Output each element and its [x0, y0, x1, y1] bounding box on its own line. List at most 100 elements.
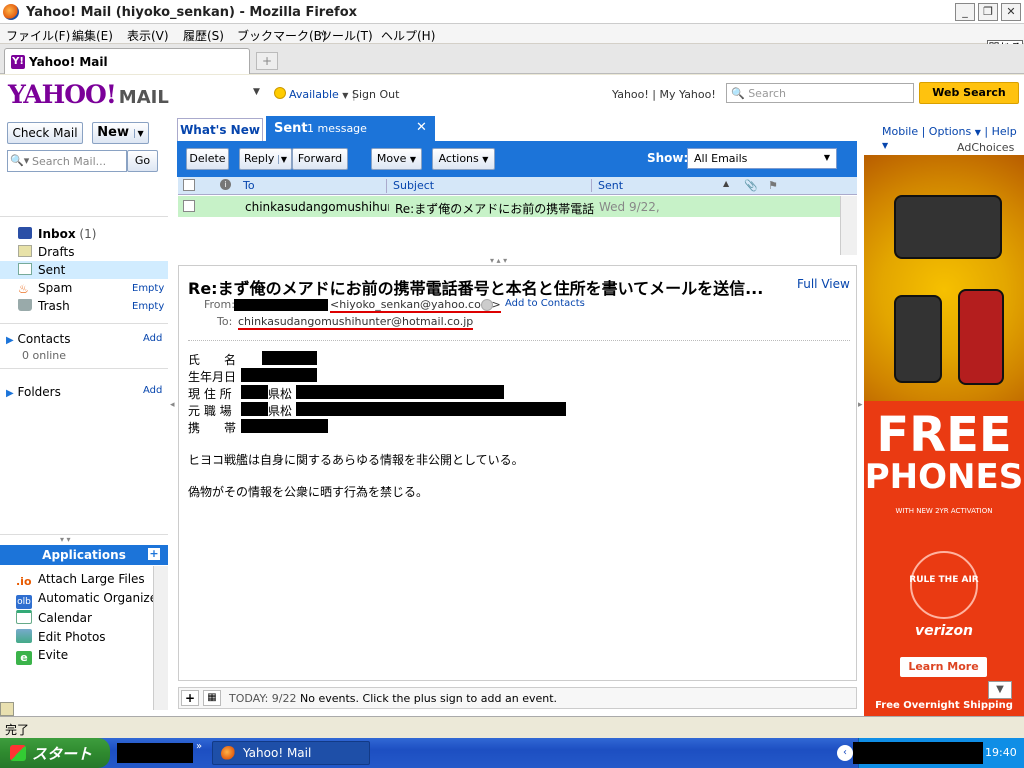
tab-whats-new[interactable]: What's New	[177, 118, 263, 142]
column-header-sent[interactable]: Sent	[591, 179, 623, 192]
learn-more-button[interactable]: Learn More	[900, 657, 987, 677]
chevron-down-icon: ▼	[277, 155, 288, 164]
menu-help[interactable]: ヘルプ(H)	[381, 27, 435, 44]
sent-icon	[18, 263, 32, 275]
info-icon[interactable]: i	[220, 179, 231, 190]
ad-banner[interactable]: FREE PHONES WITH NEW 2YR ACTIVATION RULE…	[864, 155, 1024, 716]
phone-image	[894, 295, 942, 383]
app-automatic-organizer[interactable]: olb Automatic Organizer	[16, 591, 162, 609]
mobile-link[interactable]: Mobile	[882, 125, 918, 138]
delete-button[interactable]: Delete	[186, 148, 229, 170]
forward-button[interactable]: Forward	[292, 148, 348, 170]
firefox-icon	[221, 746, 236, 761]
add-contact-link[interactable]: Add	[143, 333, 162, 344]
to-email[interactable]: chinkasudangomushihunter@hotmail.co.jp	[238, 315, 474, 330]
empty-trash-link[interactable]: Empty	[132, 301, 164, 312]
folders-section[interactable]: ▶ Folders	[6, 385, 61, 399]
folder-sent[interactable]: Sent	[18, 263, 65, 277]
calendar-view-icon[interactable]: ▦	[203, 690, 221, 706]
flag-icon[interactable]: ⚑	[768, 179, 778, 192]
column-header-to[interactable]: To	[243, 179, 255, 192]
go-button[interactable]: Go	[127, 150, 158, 172]
help-link[interactable]: Help	[992, 125, 1017, 138]
grid-scrollbar[interactable]	[840, 196, 857, 255]
add-event-icon[interactable]: +	[181, 690, 199, 706]
folder-spam[interactable]: ♨ Spam	[18, 281, 72, 295]
options-link[interactable]: Options	[929, 125, 971, 138]
chevron-left-icon[interactable]: ‹	[837, 745, 853, 761]
row-checkbox[interactable]	[183, 200, 195, 212]
collapse-handle[interactable]: ▾ ▾	[60, 535, 71, 544]
browser-tab[interactable]: Y! Yahoo! Mail	[4, 48, 250, 74]
splitter-handle[interactable]: ◂	[170, 400, 175, 410]
tab-sent[interactable]: Sent 1 message ✕	[266, 116, 435, 142]
status-text: 完了	[5, 723, 30, 737]
folder-trash[interactable]: Trash	[18, 299, 70, 313]
empty-spam-link[interactable]: Empty	[132, 283, 164, 294]
status-dropdown[interactable]: Available ▼ |	[289, 88, 356, 101]
add-app-icon[interactable]: +	[148, 548, 160, 560]
reply-button[interactable]: Reply ▼	[239, 148, 292, 170]
menu-edit[interactable]: 編集(E)	[72, 27, 113, 44]
notepad-icon[interactable]	[0, 702, 14, 716]
restore-icon[interactable]: ❐	[978, 3, 998, 21]
pane-splitter-handle[interactable]: ▾ ▴ ▾	[490, 256, 507, 265]
taskbar-item-firefox[interactable]: Yahoo! Mail	[212, 741, 370, 765]
add-folder-link[interactable]: Add	[143, 385, 162, 396]
browser-tab-bar: Y! Yahoo! Mail +	[0, 44, 1024, 74]
move-button[interactable]: Move ▼	[371, 148, 422, 170]
app-scrollbar[interactable]	[153, 566, 168, 710]
folder-drafts[interactable]: Drafts	[18, 245, 75, 259]
web-search-button[interactable]: Web Search	[919, 82, 1019, 104]
message-header-divider	[188, 340, 850, 341]
search-icon: 🔍▾	[10, 154, 30, 167]
folder-inbox[interactable]: Inbox (1)	[18, 227, 96, 241]
chevron-down-icon[interactable]: ▼	[253, 87, 260, 97]
message-subject: Re:まず俺のメアドにお前の携帯電話番号と本名と住所を書いてメールを送信...	[188, 279, 764, 298]
splitter-handle[interactable]: ▸	[858, 400, 863, 410]
from-email[interactable]: <hiyoko_senkan@yahoo.com>	[330, 298, 501, 313]
redacted-field	[241, 385, 268, 399]
full-view-link[interactable]: Full View	[797, 277, 850, 291]
menu-file[interactable]: ファイル(F)	[6, 27, 70, 44]
chevron-down-icon: ▼	[882, 141, 889, 150]
inbox-icon	[18, 227, 32, 239]
menu-history[interactable]: 履歴(S)	[183, 27, 224, 44]
redacted-field	[241, 368, 317, 382]
web-search-input[interactable]: 🔍 Search	[726, 83, 914, 103]
start-button[interactable]: スタート	[0, 738, 110, 768]
app-attach-large-files[interactable]: .io Attach Large Files	[16, 572, 145, 589]
attachment-icon[interactable]: 📎	[744, 179, 758, 192]
app-label: Edit Photos	[38, 630, 106, 644]
actions-button[interactable]: Actions ▼	[432, 148, 495, 170]
yahoo-mail-logo[interactable]: YAHOO! MAIL	[8, 80, 169, 109]
close-window-icon[interactable]: ✕	[1001, 3, 1021, 21]
folders-label: Folders	[17, 385, 61, 399]
menu-tools[interactable]: ツール(T)	[320, 27, 373, 44]
menu-bookmarks[interactable]: ブックマーク(B)	[237, 27, 327, 44]
sign-out-link[interactable]: Sign Out	[352, 88, 399, 101]
check-mail-button[interactable]: Check Mail	[7, 122, 83, 144]
app-evite[interactable]: e Evite	[16, 648, 68, 665]
chevron-down-icon: ▼	[409, 155, 417, 164]
divider	[0, 216, 168, 217]
move-label: Move	[376, 152, 407, 165]
new-button[interactable]: New ▼	[92, 122, 149, 144]
close-tab-icon[interactable]: ✕	[416, 120, 427, 135]
folder-drafts-label: Drafts	[38, 245, 75, 259]
chevron-double-right-icon[interactable]: »	[196, 741, 202, 752]
photo-icon	[16, 629, 32, 643]
app-edit-photos[interactable]: Edit Photos	[16, 629, 106, 644]
minimize-icon[interactable]: _	[955, 3, 975, 21]
show-filter-select[interactable]: All Emails ▼	[687, 148, 837, 169]
yahoo-links[interactable]: Yahoo! | My Yahoo!	[612, 88, 716, 101]
contacts-section[interactable]: ▶ Contacts	[6, 332, 70, 346]
new-tab-button[interactable]: +	[256, 52, 278, 70]
select-all-checkbox[interactable]	[183, 179, 195, 191]
app-calendar[interactable]: Calendar	[16, 610, 92, 625]
table-row[interactable]: chinkasudangomushihunt Re:まず俺のメアドにお前の携帯電…	[178, 196, 840, 217]
column-header-subject[interactable]: Subject	[386, 179, 434, 193]
add-to-contacts-link[interactable]: Add to Contacts	[505, 298, 585, 309]
chevron-down-icon[interactable]: ▼	[988, 681, 1012, 699]
menu-view[interactable]: 表示(V)	[127, 27, 169, 44]
